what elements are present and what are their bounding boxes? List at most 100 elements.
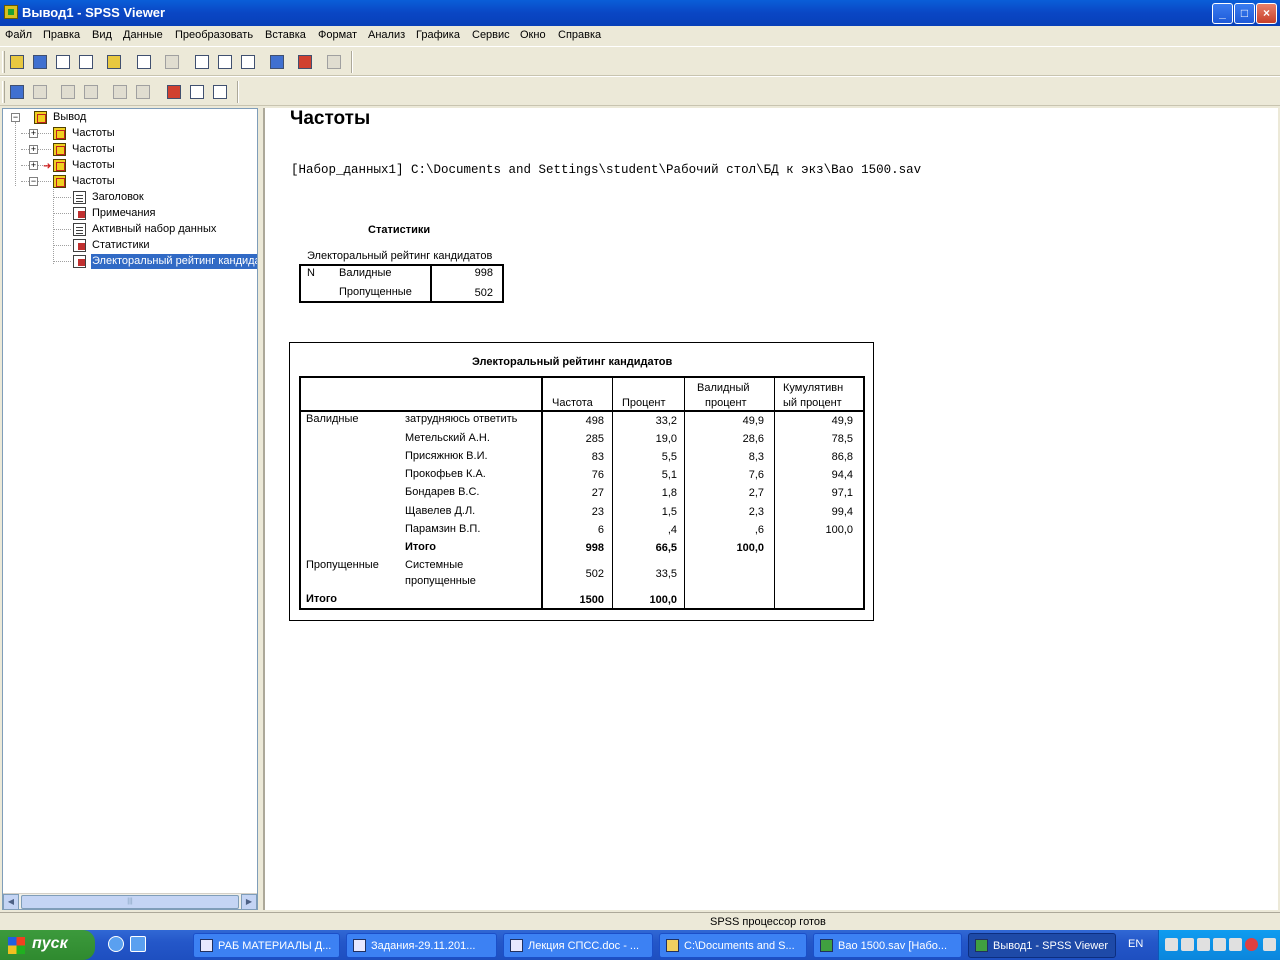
stats-valid-value: 998 xyxy=(474,267,493,279)
content-pane[interactable]: Частоты [Набор_данных1] C:\Documents and… xyxy=(263,108,1278,910)
row-cumulative-percent: 97,1 xyxy=(831,487,853,499)
row-frequency: 27 xyxy=(591,487,604,499)
menu-help[interactable]: Справка xyxy=(558,29,601,41)
use-sets-icon[interactable] xyxy=(270,55,284,69)
menu-graphs[interactable]: Графика xyxy=(416,29,460,41)
promote-icon[interactable] xyxy=(10,85,24,99)
tray-opera-icon[interactable] xyxy=(1245,938,1258,951)
maximize-button[interactable]: □ xyxy=(1234,3,1255,24)
print-icon[interactable] xyxy=(56,55,70,69)
goto-case-icon[interactable] xyxy=(218,55,232,69)
folder-icon xyxy=(666,939,679,952)
undo-icon xyxy=(165,55,179,69)
task-button-1[interactable]: РАБ МАТЕРИАЛЫ Д... xyxy=(193,933,340,958)
menu-window[interactable]: Окно xyxy=(520,29,546,41)
frequencies-book-icon xyxy=(53,127,66,140)
minimize-button[interactable]: _ xyxy=(1212,3,1233,24)
tray-usb-icon[interactable] xyxy=(1197,938,1210,951)
scroll-thumb[interactable]: ||| xyxy=(21,895,239,909)
page-title: Частоты xyxy=(290,108,371,129)
expand-toggle-2[interactable]: + xyxy=(29,145,38,154)
notes-table-icon xyxy=(73,207,86,220)
row-label: Бондарев В.С. xyxy=(405,486,480,498)
statistics-table-icon xyxy=(73,239,86,252)
open-icon[interactable] xyxy=(10,55,24,69)
menu-analyze[interactable]: Анализ xyxy=(368,29,405,41)
language-indicator[interactable]: EN xyxy=(1128,938,1143,950)
tree-item-notes[interactable]: Примечания xyxy=(92,206,156,221)
tree-node-frequencies-4[interactable]: Частоты xyxy=(72,174,115,189)
tree-node-frequencies-1[interactable]: Частоты xyxy=(72,126,115,141)
outline-toolbar xyxy=(0,76,1280,106)
expand-toggle-1[interactable]: + xyxy=(29,129,38,138)
insert-title-icon[interactable] xyxy=(190,85,204,99)
col-header-valid-1: Валидный xyxy=(697,382,750,394)
row-percent: 19,0 xyxy=(655,433,677,445)
dataset-path-line: [Набор_данных1] C:\Documents and Setting… xyxy=(291,163,922,177)
menu-insert[interactable]: Вставка xyxy=(265,29,306,41)
total-label: Итого xyxy=(306,593,338,605)
tray-antivirus-icon[interactable] xyxy=(1181,938,1194,951)
tree-item-title[interactable]: Заголовок xyxy=(92,190,144,205)
col-header-valid-2: процент xyxy=(705,397,747,409)
designate-window-icon[interactable] xyxy=(298,55,312,69)
row-cumulative-percent: 49,9 xyxy=(831,415,853,427)
tray-display-icon[interactable] xyxy=(1229,938,1242,951)
col-header-cumulative-1: Кумулятивн xyxy=(783,382,844,394)
task-button-2[interactable]: Задания-29.11.201... xyxy=(346,933,497,958)
menu-file[interactable]: Файл xyxy=(5,29,32,41)
row-label: Метельский А.Н. xyxy=(405,432,490,444)
menu-format[interactable]: Формат xyxy=(318,29,357,41)
print-preview-icon[interactable] xyxy=(79,55,93,69)
row-label: Прокофьев К.А. xyxy=(405,468,486,480)
show-desktop-icon[interactable] xyxy=(130,936,146,952)
row-cumulative-percent: 99,4 xyxy=(831,506,853,518)
save-icon[interactable] xyxy=(33,55,47,69)
insert-heading-icon[interactable] xyxy=(167,85,181,99)
tray-volume-icon[interactable] xyxy=(1213,938,1226,951)
expand-toggle-3[interactable]: + xyxy=(29,161,38,170)
outline-pane[interactable]: − Вывод + Частоты + Частоты + ➜ Частоты … xyxy=(2,108,258,910)
tree-item-rating-selected[interactable]: Электоральный рейтинг кандидатов xyxy=(91,254,257,269)
task-button-6-active[interactable]: Вывод1 - SPSS Viewer xyxy=(968,933,1116,958)
task-button-4[interactable]: C:\Documents and S... xyxy=(659,933,807,958)
tree-root[interactable]: Вывод xyxy=(53,110,86,125)
goto-data-icon[interactable] xyxy=(195,55,209,69)
export-icon[interactable] xyxy=(107,55,121,69)
menu-edit[interactable]: Правка xyxy=(43,29,80,41)
tray-network-icon[interactable] xyxy=(1165,938,1178,951)
expand-icon xyxy=(61,85,75,99)
row-frequency: 6 xyxy=(597,524,604,536)
frequencies-book-icon xyxy=(53,143,66,156)
outline-horizontal-scrollbar[interactable]: ◀ ||| ▶ xyxy=(3,893,257,910)
status-text: SPSS процессор готов xyxy=(710,916,826,928)
menu-view[interactable]: Вид xyxy=(92,29,112,41)
task-button-3[interactable]: Лекция СПСС.doc - ... xyxy=(503,933,653,958)
insert-text-icon[interactable] xyxy=(213,85,227,99)
tree-node-frequencies-2[interactable]: Частоты xyxy=(72,142,115,157)
scroll-left-arrow[interactable]: ◀ xyxy=(3,894,19,910)
close-button[interactable]: × xyxy=(1256,3,1277,24)
frequency-table-title: Электоральный рейтинг кандидатов xyxy=(472,356,673,368)
menu-utilities[interactable]: Сервис xyxy=(472,29,510,41)
dialog-recall-icon[interactable] xyxy=(137,55,151,69)
scroll-right-arrow[interactable]: ▶ xyxy=(241,894,257,910)
tree-item-statistics[interactable]: Статистики xyxy=(92,238,150,253)
start-button[interactable]: пуск xyxy=(0,930,95,960)
tray-clock-icon[interactable] xyxy=(1263,938,1276,951)
current-item-arrow-icon: ➜ xyxy=(43,161,52,172)
menu-transform[interactable]: Преобразовать xyxy=(175,29,253,41)
collapse-icon xyxy=(84,85,98,99)
root-collapse-toggle[interactable]: − xyxy=(11,113,20,122)
menu-data[interactable]: Данные xyxy=(123,29,163,41)
title-bar: Вывод1 - SPSS Viewer _ □ × xyxy=(0,0,1280,26)
tree-node-frequencies-3[interactable]: Частоты xyxy=(72,158,115,173)
ie-icon[interactable] xyxy=(108,936,124,952)
tree-item-active-dataset[interactable]: Активный набор данных xyxy=(92,222,216,237)
task-button-5[interactable]: Вао 1500.sav [Набо... xyxy=(813,933,962,958)
group-label-missing: Пропущенные xyxy=(306,559,379,571)
row-frequency: 498 xyxy=(585,415,604,427)
collapse-toggle-4[interactable]: − xyxy=(29,177,38,186)
variables-icon[interactable] xyxy=(241,55,255,69)
statistics-subtitle: Электоральный рейтинг кандидатов xyxy=(307,250,493,262)
